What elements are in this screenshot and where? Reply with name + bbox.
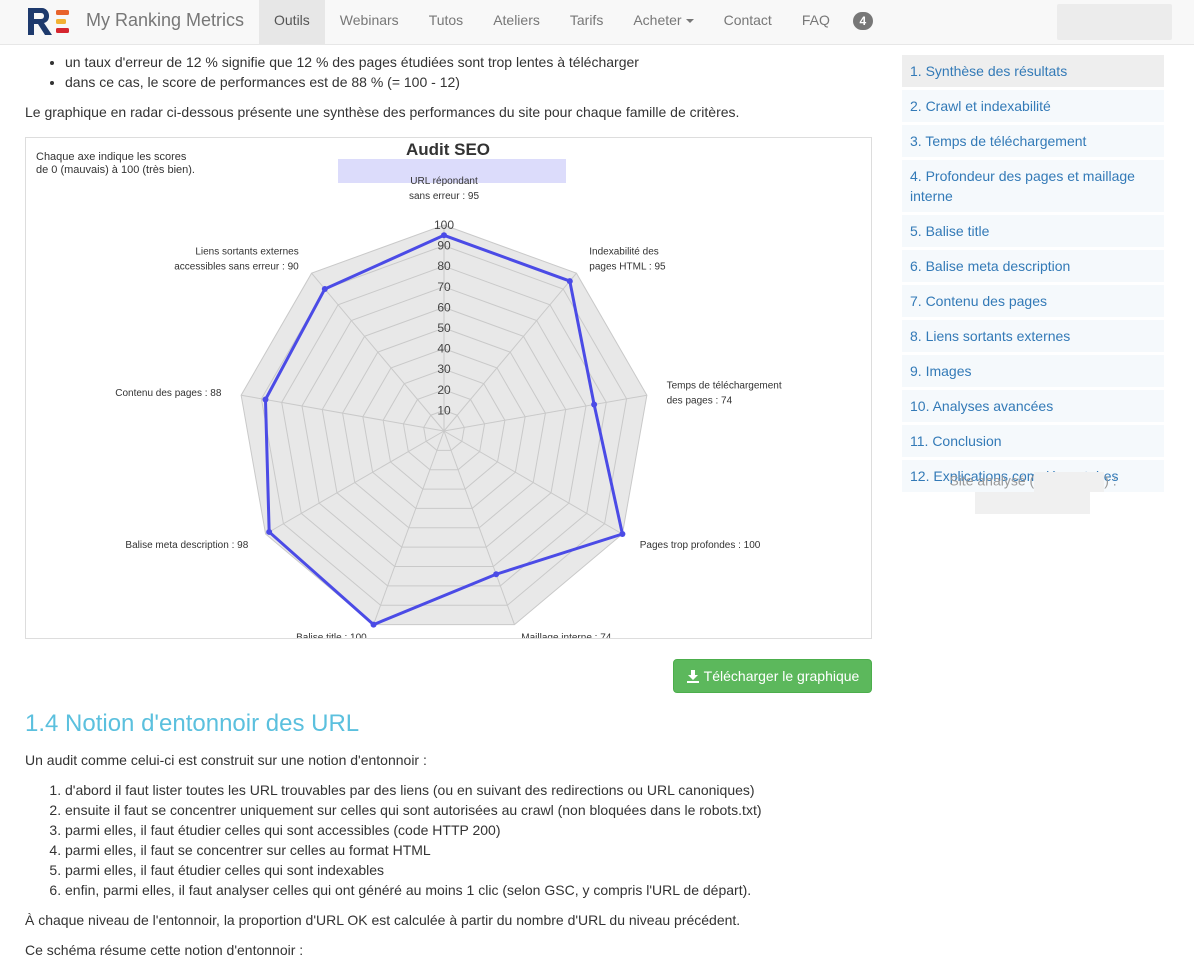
tick-label: 60 [437,300,451,314]
list-item: parmi elles, il faut étudier celles qui … [65,820,873,840]
brand-name[interactable]: My Ranking Metrics [86,10,244,31]
toc-item-temps[interactable]: 3. Temps de téléchargement [902,125,1164,157]
navbar: My Ranking Metrics Outils Webinars Tutos… [0,0,1194,45]
nav-faq[interactable]: FAQ [787,0,845,45]
tick-label: 100 [434,218,454,232]
tick-label: 40 [437,342,451,356]
data-point [262,396,269,403]
axis-label: Temps de téléchargement [667,380,782,391]
funnel-intro-text: Un audit comme celui-ci est construit su… [25,752,427,768]
data-point [441,232,447,239]
toc-item-contenu[interactable]: 7. Contenu des pages [902,285,1164,317]
site-analyse-suffix: ) : [1104,472,1117,489]
axis-label: Contenu des pages : 88 [115,388,222,399]
funnel-note-text: À chaque niveau de l'entonnoir, la propo… [25,912,741,928]
axis-label: Liens sortants externes [195,246,298,257]
funnel-steps: d'abord il faut lister toutes les URL tr… [25,780,873,900]
axis-label: Pages trop profondes : 100 [640,540,761,551]
list-item: parmi elles, il faut se concentrer sur c… [65,840,873,860]
data-point [619,531,626,537]
list-item: un taux d'erreur de 12 % signifie que 12… [65,52,873,72]
nav-acheter[interactable]: Acheter [618,0,708,45]
list-item: dans ce cas, le score de performances es… [65,72,873,92]
caret-down-icon [685,19,694,24]
user-account-redacted[interactable] [1057,4,1172,40]
axis-label: Balise title : 100 [296,632,367,638]
data-point [370,621,377,628]
tick-label: 90 [437,239,451,253]
toc-item-conclusion[interactable]: 11. Conclusion [902,425,1164,457]
radar-chart: Chaque axe indique les scoresde 0 (mauva… [36,140,782,643]
toc-item-crawl[interactable]: 2. Crawl et indexabilité [902,90,1164,122]
radar-chart-container: Chaque axe indique les scores de 0 (mauva… [25,137,872,643]
download-chart-label: Télécharger le graphique [703,668,860,684]
data-point [591,401,598,408]
toc-item-profondeur[interactable]: 4. Profondeur des pages et maillage inte… [902,160,1164,212]
nav-acheter-label: Acheter [633,12,682,28]
list-item: d'abord il faut lister toutes les URL tr… [65,780,873,800]
toc-item-synthese[interactable]: 1. Synthèse des résultats [902,55,1164,87]
toc-item-liens-sortants[interactable]: 8. Liens sortants externes [902,320,1164,352]
table-of-contents: 1. Synthèse des résultats 2. Crawl et in… [902,55,1164,495]
chart-note-line: Chaque axe indique les scores [36,151,187,163]
main-nav: Outils Webinars Tutos Ateliers Tarifs Ac… [259,0,881,45]
list-item: parmi elles, il faut étudier celles qui … [65,860,873,880]
axis-label: pages HTML : 95 [589,261,666,272]
tick-label: 10 [437,403,451,417]
download-icon [686,670,699,683]
tick-label: 50 [437,321,451,335]
axis-label: URL répondant [410,176,478,187]
data-point [266,528,273,535]
list-item: enfin, parmi elles, il faut analyser cel… [65,880,873,900]
tick-label: 70 [437,280,451,294]
list-item: ensuite il faut se concentrer uniquement… [65,800,873,820]
toc-item-title[interactable]: 5. Balise title [902,215,1164,247]
tick-label: 80 [437,259,451,273]
nav-tutos[interactable]: Tutos [414,0,479,45]
chart-note-line: de 0 (mauvais) à 100 (très bien). [36,164,195,176]
axis-label: sans erreur : 95 [409,191,479,202]
axis-label: accessibles sans erreur : 90 [174,261,299,272]
data-point [321,285,328,292]
toc-item-images[interactable]: 9. Images [902,355,1164,387]
site-domain-redacted [1034,472,1105,492]
axis-label: Balise meta description : 98 [125,540,248,551]
download-chart-button[interactable]: Télécharger le graphique [673,659,872,693]
toc-item-meta-description[interactable]: 6. Balise meta description [902,250,1164,282]
notification-badge: 4 [852,12,873,30]
nav-contact[interactable]: Contact [709,0,787,45]
chart-title: Audit SEO [406,140,490,159]
score-explanation-list: un taux d'erreur de 12 % signifie que 12… [25,52,873,92]
nav-webinars[interactable]: Webinars [325,0,414,45]
radar-intro-text: Le graphique en radar ci-dessous présent… [25,104,740,120]
toc-item-analyses-avancees[interactable]: 10. Analyses avancées [902,390,1164,422]
nav-notifications[interactable]: 4 [845,0,881,45]
schema-intro-text: Ce schéma résume cette notion d'entonnoi… [25,942,304,958]
axis-label: Maillage interne : 74 [521,632,611,638]
tick-label: 30 [437,362,451,376]
nav-outils[interactable]: Outils [259,0,325,45]
data-point [566,278,573,285]
main-content: un taux d'erreur de 12 % signifie que 12… [25,52,873,122]
axis-label: des pages : 74 [667,395,733,406]
nav-ateliers[interactable]: Ateliers [478,0,555,45]
data-point [493,571,500,578]
site-analyse-label: Site analysé ( ) : [902,472,1164,492]
nav-tarifs[interactable]: Tarifs [555,0,618,45]
logo-icon[interactable] [26,5,74,37]
site-analyse-prefix: Site analysé ( [949,472,1035,489]
section-title: 1.4 Notion d'entonnoir des URL [25,710,360,737]
axis-label: Indexabilité des [589,246,659,257]
site-url-redacted [975,492,1090,514]
tick-label: 20 [437,383,451,397]
